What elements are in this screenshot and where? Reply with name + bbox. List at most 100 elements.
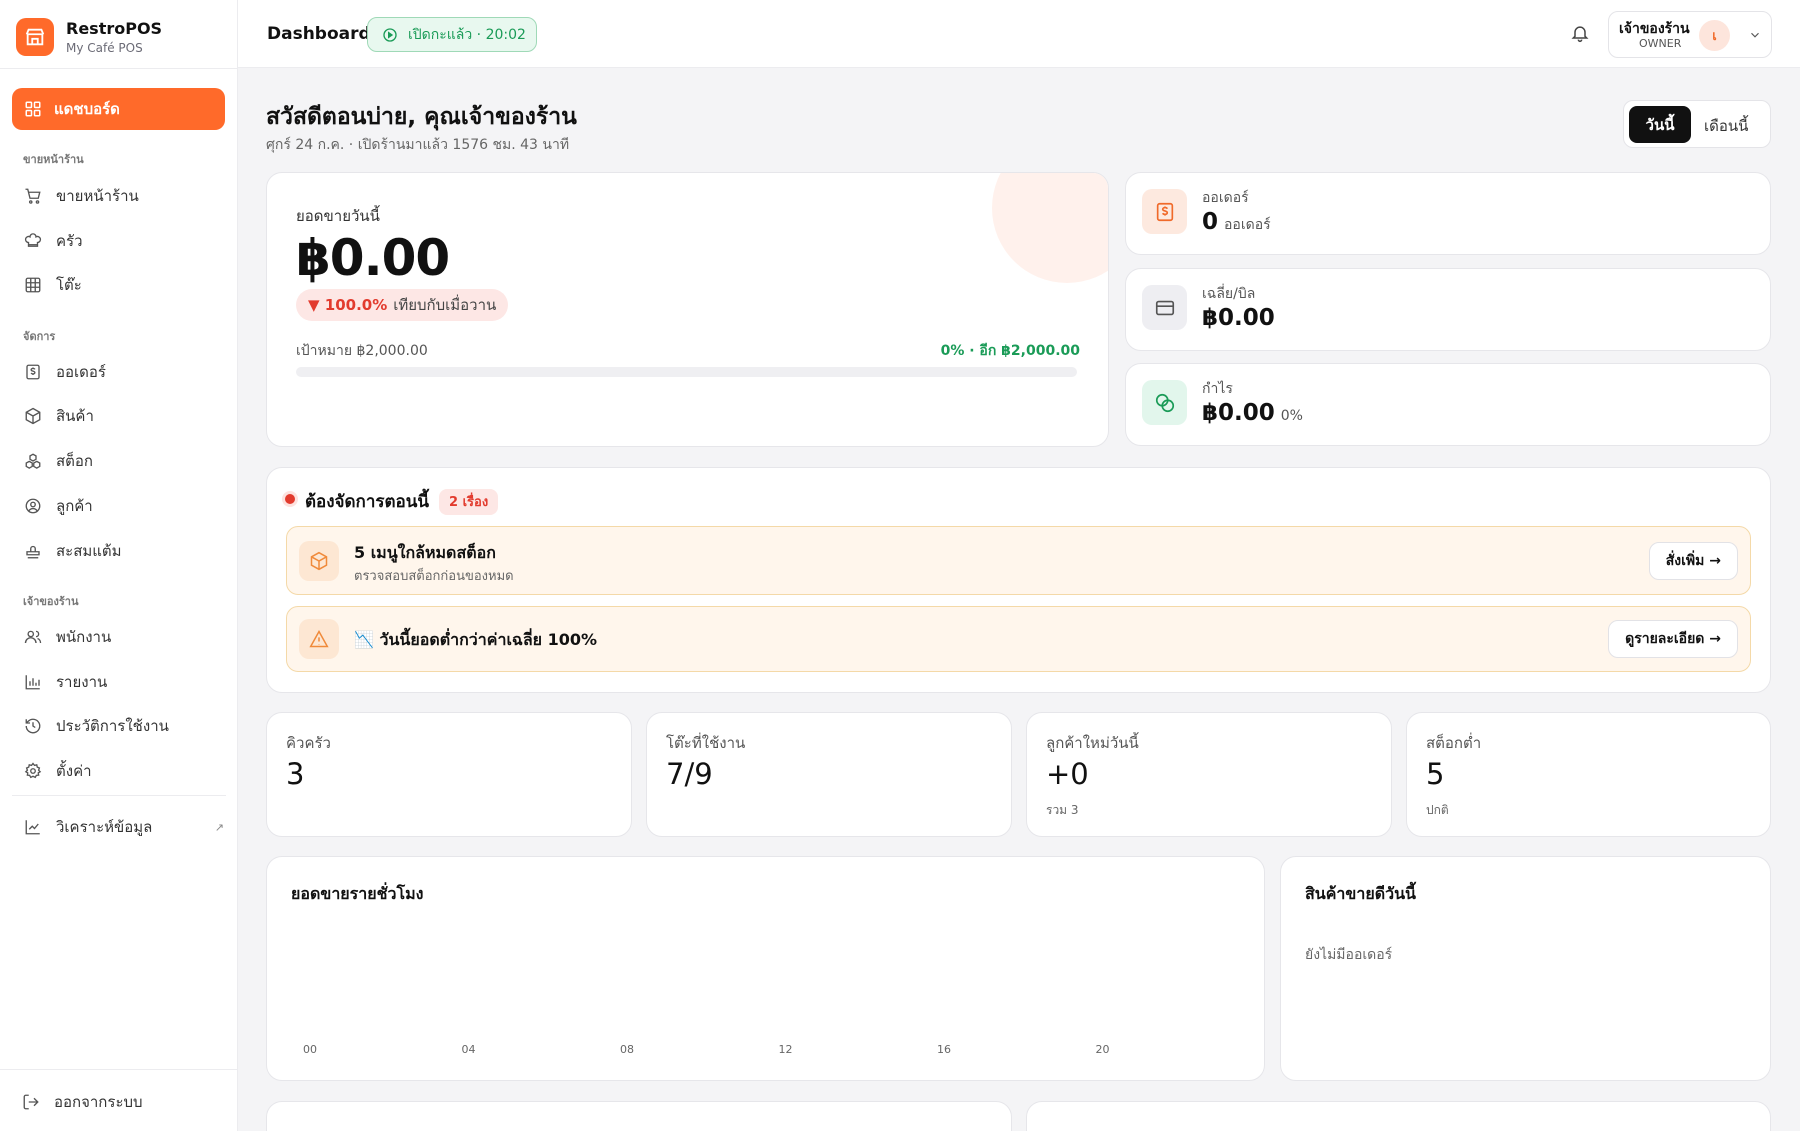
x-tick-label: 20: [1095, 1043, 1110, 1056]
tab-today[interactable]: วันนี้: [1629, 106, 1691, 143]
stat-sub: รวม 3: [1046, 803, 1079, 817]
page-title: Dashboard: [267, 24, 371, 44]
avg-bill-value: ฿0.00: [1202, 305, 1275, 331]
box-icon: [299, 541, 339, 581]
stat-label: คิวครัว: [286, 734, 331, 752]
sidebar-item-staff[interactable]: พนักงาน: [24, 625, 224, 649]
users-icon: [24, 630, 42, 644]
receipt-icon: [26, 364, 40, 380]
divider: [12, 795, 226, 796]
sidebar-item-label: สินค้า: [56, 407, 94, 425]
sales-amount: ฿0.00: [296, 229, 450, 287]
sales-change-badge: ▼ 100.0% เทียบกับเมื่อวาน: [296, 289, 509, 321]
stat-new-customers[interactable]: ลูกค้าใหม่วันนี้ +0 รวม 3: [1026, 712, 1392, 837]
section-label-owner: เจ้าของร้าน: [23, 595, 79, 608]
alert-low-stock: 5 เมนูใกล้หมดสต็อก ตรวจสอบสต็อกก่อนของหม…: [286, 526, 1751, 595]
orders-suffix: ออเดอร์: [1224, 217, 1271, 233]
sidebar-item-dashboard[interactable]: แดชบอร์ด: [12, 88, 225, 130]
user-menu[interactable]: เจ้าของร้าน OWNER เ: [1608, 11, 1772, 58]
boxes-icon: [25, 453, 41, 469]
sidebar-item-label: โต๊ะ: [56, 276, 82, 294]
alert-low-sales: 📉 วันนี้ยอดต่ำกว่าค่าเฉลี่ย 100% ดูรายละ…: [286, 606, 1751, 672]
top-products-empty: ยังไม่มีออเดอร์: [1305, 947, 1393, 963]
sidebar-item-label: สต็อก: [56, 452, 93, 470]
x-tick-label: 16: [937, 1043, 951, 1056]
profit-amount: ฿0.00: [1202, 400, 1275, 426]
sidebar-item-stock[interactable]: สต็อก: [24, 449, 224, 473]
profit-value: ฿0.00 0%: [1202, 400, 1303, 426]
sidebar-item-reports[interactable]: รายงาน: [24, 670, 224, 694]
tab-month[interactable]: เดือนนี้: [1704, 114, 1748, 138]
alert-title: 📉 วันนี้ยอดต่ำกว่าค่าเฉลี่ย 100%: [354, 630, 597, 649]
bottom-card-right: [1026, 1101, 1771, 1131]
sidebar-item-label: ออเดอร์: [56, 363, 106, 381]
sidebar-item-settings[interactable]: ตั้งค่า: [24, 759, 224, 783]
period-toggle: วันนี้ เดือนนี้: [1623, 100, 1771, 148]
stat-low-stock[interactable]: สต็อกต่ำ 5 ปกติ: [1406, 712, 1771, 837]
history-icon: [25, 718, 41, 734]
brand[interactable]: RestroPOS My Café POS: [16, 18, 162, 56]
sales-label: ยอดขายวันนี้: [296, 207, 380, 225]
card-icon: [1142, 285, 1187, 330]
x-tick-label: 00: [303, 1043, 317, 1056]
box-icon: [25, 407, 41, 425]
sales-change: ▼ 100.0%: [308, 296, 388, 314]
view-details-button[interactable]: ดูรายละเอียด →: [1608, 620, 1738, 658]
stat-label: โต๊ะที่ใช้งาน: [666, 734, 746, 752]
stat-value: 5: [1426, 757, 1445, 791]
user-role: OWNER: [1639, 37, 1682, 50]
bell-icon[interactable]: [1570, 23, 1590, 47]
goal-progress-bar: [296, 367, 1077, 377]
avg-bill-label: เฉลี่ย/บิล: [1202, 286, 1256, 302]
sidebar-item-pos[interactable]: ขายหน้าร้าน: [24, 184, 224, 208]
avg-bill-card: เฉลี่ย/บิล ฿0.00: [1125, 268, 1771, 351]
profit-label: กำไร: [1202, 381, 1233, 397]
profit-percent: 0%: [1280, 408, 1303, 424]
action-needed-card: ต้องจัดการตอนนี้ 2 เรื่อง 5 เมนูใกล้หมดส…: [266, 467, 1771, 693]
chevron-down-icon: [1751, 32, 1759, 38]
section-label-front: ขายหน้าร้าน: [23, 153, 84, 166]
shift-status-badge[interactable]: เปิดกะแล้ว · 20:02: [367, 17, 537, 52]
sales-today-card: ยอดขายวันนี้ ฿0.00 ▼ 100.0% เทียบกับเมื่…: [266, 172, 1109, 447]
stat-tables-in-use[interactable]: โต๊ะที่ใช้งาน 7/9: [646, 712, 1012, 837]
stat-kitchen-queue[interactable]: คิวครัว 3: [266, 712, 632, 837]
reorder-button[interactable]: สั่งเพิ่ม →: [1648, 542, 1738, 580]
sidebar-item-label: พนักงาน: [56, 628, 112, 646]
sidebar-item-kitchen[interactable]: ครัว: [24, 229, 224, 253]
greeting-title: สวัสดีตอนบ่าย, คุณเจ้าของร้าน: [266, 104, 577, 130]
sidebar-item-history[interactable]: ประวัติการใช้งาน: [24, 714, 224, 738]
sidebar-item-products[interactable]: สินค้า: [24, 404, 224, 428]
sidebar-item-label: วิเคราะห์ข้อมูล: [56, 818, 153, 836]
sidebar-item-label: ตั้งค่า: [56, 762, 92, 780]
hourly-sales-chart: 00 04 08 12 16 20: [267, 857, 1264, 1080]
sidebar-item-analytics[interactable]: วิเคราะห์ข้อมูล ↗: [24, 815, 224, 839]
section-label-manage: จัดการ: [23, 330, 56, 343]
stamp-icon: [26, 545, 40, 559]
sidebar-item-orders[interactable]: ออเดอร์: [24, 360, 224, 384]
user-circle-icon: [25, 498, 41, 514]
sidebar-item-customers[interactable]: ลูกค้า: [24, 494, 224, 518]
alert-subtitle: ตรวจสอบสต็อกก่อนของหมด: [354, 569, 514, 584]
x-tick-label: 08: [620, 1043, 634, 1056]
warning-icon: [299, 619, 339, 659]
shift-status-text: เปิดกะแล้ว · 20:02: [408, 26, 526, 43]
store-icon: [16, 18, 54, 56]
sidebar-item-label: ขายหน้าร้าน: [56, 187, 139, 205]
logout-icon: [23, 1094, 39, 1110]
orders-label: ออเดอร์: [1202, 190, 1249, 206]
chef-hat-icon: [24, 233, 42, 247]
stat-value: 3: [286, 757, 305, 791]
table-grid-icon: [25, 277, 41, 293]
brand-subtitle: My Café POS: [66, 41, 143, 55]
action-count-badge: 2 เรื่อง: [439, 488, 499, 515]
topbar: Dashboard เปิดกะแล้ว · 20:02 เจ้าของร้าน…: [238, 0, 1800, 68]
x-tick-label: 04: [461, 1043, 476, 1056]
top-products-title: สินค้าขายดีวันนี้: [1305, 884, 1416, 903]
logout-button[interactable]: ออกจากระบบ: [22, 1090, 143, 1114]
action-needed-label: ต้องจัดการตอนนี้: [305, 492, 430, 512]
sidebar-item-tables[interactable]: โต๊ะ: [24, 273, 224, 297]
sidebar-item-label: รายงาน: [56, 673, 108, 691]
divider: [0, 1069, 238, 1070]
sidebar-item-loyalty[interactable]: สะสมแต้ม: [24, 539, 224, 563]
orders-value: 0 ออเดอร์: [1202, 209, 1271, 236]
